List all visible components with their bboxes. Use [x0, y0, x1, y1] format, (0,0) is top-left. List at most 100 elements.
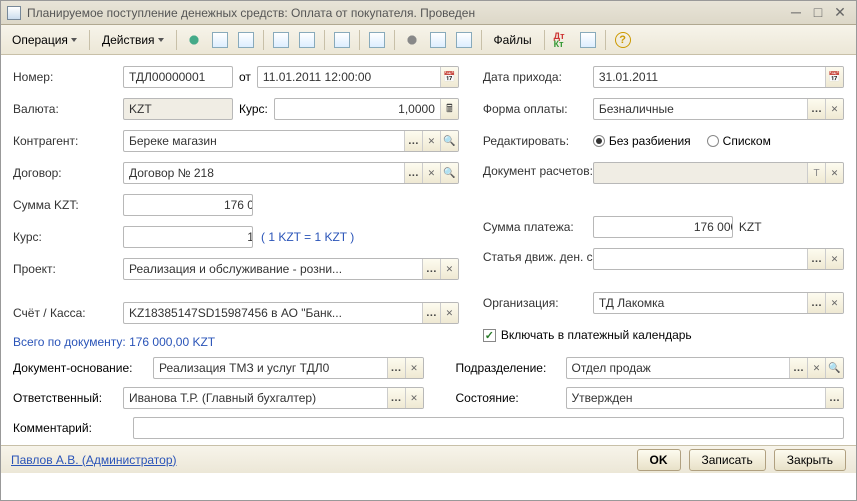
include-calendar-checkbox[interactable]: ✓Включать в платежный календарь — [483, 328, 692, 342]
calc-icon[interactable] — [440, 99, 458, 119]
search-icon[interactable] — [825, 358, 843, 378]
status-input[interactable] — [567, 388, 826, 408]
clear-icon[interactable] — [825, 249, 843, 269]
rate2-input[interactable] — [124, 227, 253, 247]
comment-field[interactable] — [133, 417, 844, 439]
arrival-field[interactable] — [593, 66, 844, 88]
comment-input[interactable] — [134, 418, 843, 438]
date-input[interactable] — [258, 67, 440, 87]
select-icon[interactable] — [404, 131, 422, 151]
resp-input[interactable] — [124, 388, 387, 408]
search-icon[interactable] — [440, 131, 458, 151]
right-column: Дата прихода: Форма оплаты: Редактироват… — [483, 65, 844, 351]
account-field[interactable] — [123, 302, 459, 324]
number-field[interactable] — [123, 66, 233, 88]
select-icon[interactable] — [387, 358, 405, 378]
select-icon[interactable] — [422, 259, 440, 279]
settle-field[interactable] — [593, 162, 844, 184]
cashflow-field[interactable] — [593, 248, 844, 270]
select-icon[interactable] — [807, 99, 825, 119]
calendar-icon[interactable] — [440, 67, 458, 87]
select-icon[interactable] — [422, 303, 440, 323]
number-input[interactable] — [124, 67, 233, 87]
select-icon[interactable] — [825, 388, 843, 408]
search-icon[interactable] — [440, 163, 458, 183]
select-icon[interactable] — [789, 358, 807, 378]
toolbar-icon-10[interactable] — [452, 29, 476, 51]
project-input[interactable] — [124, 259, 422, 279]
contract-input[interactable] — [124, 163, 404, 183]
toolbar-icon-4[interactable] — [269, 29, 293, 51]
operation-menu[interactable]: Операция — [5, 29, 84, 51]
maximize-button[interactable]: □ — [808, 5, 828, 21]
currency-field[interactable] — [123, 98, 233, 120]
separator — [481, 30, 482, 50]
date-field[interactable] — [257, 66, 459, 88]
clear-icon[interactable] — [825, 99, 843, 119]
arrival-input[interactable] — [594, 67, 825, 87]
status-field[interactable] — [566, 387, 845, 409]
org-field[interactable] — [593, 292, 844, 314]
help-button[interactable]: ? — [611, 29, 635, 51]
toolbar-icon-6[interactable] — [330, 29, 354, 51]
contragent-field[interactable] — [123, 130, 459, 152]
sum-field[interactable] — [123, 194, 253, 216]
basis-field[interactable] — [153, 357, 424, 379]
select-icon[interactable] — [404, 163, 422, 183]
dept-input[interactable] — [567, 358, 790, 378]
clear-icon[interactable] — [825, 163, 843, 183]
save-button[interactable]: Записать — [689, 449, 766, 471]
ok-button[interactable]: OK — [637, 449, 681, 471]
toolbar-icon-9[interactable] — [426, 29, 450, 51]
type-icon[interactable] — [807, 163, 825, 183]
toolbar-icon-7[interactable] — [365, 29, 389, 51]
clear-icon[interactable] — [405, 388, 423, 408]
clear-icon[interactable] — [405, 358, 423, 378]
rate2-field[interactable] — [123, 226, 253, 248]
org-label: Организация: — [483, 296, 593, 310]
minimize-button[interactable]: ─ — [786, 5, 806, 21]
cashflow-input[interactable] — [594, 249, 807, 269]
account-input[interactable] — [124, 303, 422, 323]
contragent-input[interactable] — [124, 131, 404, 151]
rate-top-input[interactable] — [275, 99, 440, 119]
toolbar-icon-2[interactable] — [208, 29, 232, 51]
resp-field[interactable] — [123, 387, 424, 409]
close-form-button[interactable]: Закрыть — [774, 449, 846, 471]
dept-field[interactable] — [566, 357, 845, 379]
current-user-link[interactable]: Павлов А.В. (Администратор) — [11, 453, 629, 467]
titlebar[interactable]: Планируемое поступление денежных средств… — [1, 1, 856, 25]
clear-icon[interactable] — [440, 303, 458, 323]
toolbar-icon-3[interactable] — [234, 29, 258, 51]
rate-top-field[interactable] — [274, 98, 459, 120]
clear-icon[interactable] — [807, 358, 825, 378]
radio-list[interactable]: Списком — [707, 134, 771, 148]
basis-label: Документ-основание: — [13, 361, 153, 375]
select-icon[interactable] — [807, 293, 825, 313]
paysum-field[interactable] — [593, 216, 733, 238]
toolbar-icon-1[interactable] — [182, 29, 206, 51]
actions-menu[interactable]: Действия — [95, 29, 171, 51]
files-menu[interactable]: Файлы — [487, 29, 539, 51]
clear-icon[interactable] — [440, 259, 458, 279]
toolbar-icon-11[interactable] — [576, 29, 600, 51]
paysum-input[interactable] — [594, 217, 733, 237]
select-icon[interactable] — [807, 249, 825, 269]
project-field[interactable] — [123, 258, 459, 280]
org-input[interactable] — [594, 293, 807, 313]
payform-field[interactable] — [593, 98, 844, 120]
payform-input[interactable] — [594, 99, 807, 119]
radio-no-split[interactable]: Без разбиения — [593, 134, 691, 148]
contract-field[interactable] — [123, 162, 459, 184]
close-button[interactable]: ✕ — [830, 5, 850, 21]
sum-input[interactable] — [124, 195, 253, 215]
calendar-icon[interactable] — [825, 67, 843, 87]
clear-icon[interactable] — [422, 163, 440, 183]
toolbar-icon-8[interactable] — [400, 29, 424, 51]
clear-icon[interactable] — [422, 131, 440, 151]
select-icon[interactable] — [387, 388, 405, 408]
dtkt-button[interactable]: ДтКт — [550, 29, 574, 51]
basis-input[interactable] — [154, 358, 387, 378]
toolbar-icon-5[interactable] — [295, 29, 319, 51]
clear-icon[interactable] — [825, 293, 843, 313]
